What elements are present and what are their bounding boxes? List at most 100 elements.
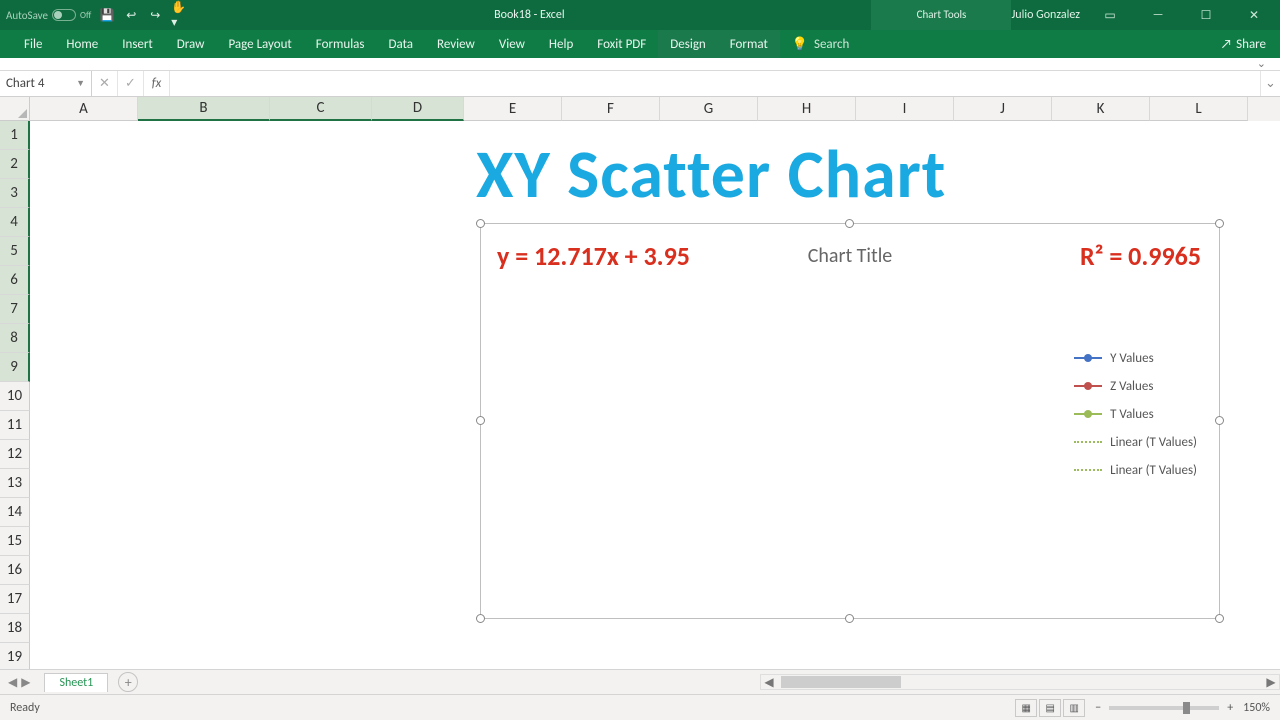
scroll-right-icon[interactable]: ▶ <box>1263 675 1279 690</box>
row-header[interactable]: 17 <box>0 585 30 614</box>
row-header[interactable]: 16 <box>0 556 30 585</box>
resize-handle[interactable] <box>1215 416 1224 425</box>
column-header[interactable]: F <box>562 97 660 121</box>
autosave-toggle[interactable]: AutoSave Off <box>6 9 91 22</box>
column-header[interactable]: D <box>372 97 464 121</box>
tab-draw[interactable]: Draw <box>165 30 217 58</box>
tab-design[interactable]: Design <box>658 30 717 58</box>
tab-help[interactable]: Help <box>537 30 585 58</box>
column-header[interactable]: K <box>1052 97 1150 121</box>
column-header[interactable]: A <box>30 97 138 121</box>
close-icon[interactable]: ✕ <box>1236 0 1272 30</box>
column-header[interactable]: J <box>954 97 1052 121</box>
tab-foxit-pdf[interactable]: Foxit PDF <box>585 30 658 58</box>
tab-page-layout[interactable]: Page Layout <box>216 30 303 58</box>
legend-item[interactable]: Linear (T Values) <box>1074 456 1197 484</box>
legend-item[interactable]: Linear (T Values) <box>1074 428 1197 456</box>
row-header[interactable]: 1 <box>0 121 30 150</box>
row-header[interactable]: 11 <box>0 411 30 440</box>
tell-me-search[interactable]: 💡 Search <box>780 30 862 58</box>
zoom-level[interactable]: 150% <box>1243 701 1270 715</box>
worksheet-grid[interactable]: ABCDEFGHIJKL 123456789101112131415161718… <box>0 97 1280 669</box>
column-header[interactable]: L <box>1150 97 1248 121</box>
scroll-left-icon[interactable]: ◀ <box>761 675 777 690</box>
row-header[interactable]: 18 <box>0 614 30 643</box>
column-header[interactable]: G <box>660 97 758 121</box>
resize-handle[interactable] <box>1215 614 1224 623</box>
tab-view[interactable]: View <box>487 30 537 58</box>
resize-handle[interactable] <box>476 614 485 623</box>
cancel-formula-icon[interactable]: ✕ <box>92 71 118 96</box>
row-header[interactable]: 6 <box>0 266 30 295</box>
sheet-tab[interactable]: Sheet1 <box>44 673 108 692</box>
column-header[interactable]: C <box>270 97 372 121</box>
tab-review[interactable]: Review <box>425 30 487 58</box>
normal-view-icon[interactable]: ▦ <box>1015 699 1037 717</box>
trendline-r2[interactable]: R² = 0.9965 <box>1080 240 1201 272</box>
tab-scroll-right-icon[interactable]: ▶ <box>21 675 30 690</box>
row-header[interactable]: 3 <box>0 179 30 208</box>
undo-icon[interactable]: ↩ <box>123 7 139 23</box>
formula-input[interactable] <box>170 71 1260 96</box>
row-header[interactable]: 8 <box>0 324 30 353</box>
row-header[interactable]: 4 <box>0 208 30 237</box>
resize-handle[interactable] <box>845 614 854 623</box>
row-header[interactable]: 19 <box>0 643 30 669</box>
tab-data[interactable]: Data <box>377 30 426 58</box>
row-header[interactable]: 2 <box>0 150 30 179</box>
resize-handle[interactable] <box>845 219 854 228</box>
name-box[interactable]: Chart 4▼ <box>0 71 92 96</box>
tab-formulas[interactable]: Formulas <box>304 30 377 58</box>
trendline-equation[interactable]: y = 12.717x + 3.95 <box>497 240 690 272</box>
insert-function-icon[interactable]: fx <box>144 71 170 96</box>
column-headers[interactable]: ABCDEFGHIJKL <box>30 97 1280 121</box>
tab-insert[interactable]: Insert <box>110 30 165 58</box>
zoom-slider[interactable] <box>1109 706 1219 710</box>
chart-legend[interactable]: Y Values Z Values T Values Linear (T Val… <box>1074 344 1197 484</box>
ribbon-options-icon[interactable]: ▭ <box>1092 0 1128 30</box>
resize-handle[interactable] <box>476 416 485 425</box>
page-break-view-icon[interactable]: ▥ <box>1063 699 1085 717</box>
new-sheet-button[interactable]: + <box>118 672 138 692</box>
expand-ribbon-icon[interactable]: ⌄ <box>1257 57 1266 70</box>
redo-icon[interactable]: ↪ <box>147 7 163 23</box>
save-icon[interactable]: 💾 <box>99 7 115 23</box>
tab-format[interactable]: Format <box>718 30 780 58</box>
expand-formula-bar-icon[interactable]: ⌄ <box>1260 71 1280 96</box>
column-header[interactable]: E <box>464 97 562 121</box>
touch-mode-icon[interactable]: ✋▾ <box>171 7 187 23</box>
legend-item[interactable]: Y Values <box>1074 344 1197 372</box>
zoom-out-icon[interactable]: − <box>1095 701 1101 715</box>
legend-item[interactable]: Z Values <box>1074 372 1197 400</box>
plot-area[interactable] <box>539 292 979 574</box>
row-header[interactable]: 13 <box>0 469 30 498</box>
row-headers[interactable]: 12345678910111213141516171819 <box>0 121 30 669</box>
tab-scroll-left-icon[interactable]: ◀ <box>8 675 17 690</box>
column-header[interactable]: H <box>758 97 856 121</box>
minimize-icon[interactable]: — <box>1140 0 1176 30</box>
row-header[interactable]: 9 <box>0 353 30 382</box>
maximize-icon[interactable]: ☐ <box>1188 0 1224 30</box>
column-header[interactable]: I <box>856 97 954 121</box>
enter-formula-icon[interactable]: ✓ <box>118 71 144 96</box>
tab-file[interactable]: File <box>12 30 54 58</box>
tab-home[interactable]: Home <box>54 30 110 58</box>
select-all-corner[interactable] <box>0 97 30 121</box>
row-header[interactable]: 10 <box>0 382 30 411</box>
chart-object[interactable]: y = 12.717x + 3.95 Chart Title R² = 0.99… <box>480 223 1220 619</box>
legend-item[interactable]: T Values <box>1074 400 1197 428</box>
resize-handle[interactable] <box>476 219 485 228</box>
row-header[interactable]: 7 <box>0 295 30 324</box>
user-name[interactable]: Julio Gonzalez <box>1011 8 1080 22</box>
chevron-down-icon[interactable]: ▼ <box>76 78 85 89</box>
row-header[interactable]: 14 <box>0 498 30 527</box>
row-header[interactable]: 12 <box>0 440 30 469</box>
scrollbar-thumb[interactable] <box>781 676 901 688</box>
share-button[interactable]: ↗ Share <box>1207 30 1280 58</box>
horizontal-scrollbar[interactable]: ◀ ▶ <box>760 674 1280 690</box>
chart-title[interactable]: Chart Title <box>808 244 893 268</box>
row-header[interactable]: 15 <box>0 527 30 556</box>
row-header[interactable]: 5 <box>0 237 30 266</box>
resize-handle[interactable] <box>1215 219 1224 228</box>
column-header[interactable]: B <box>138 97 270 121</box>
